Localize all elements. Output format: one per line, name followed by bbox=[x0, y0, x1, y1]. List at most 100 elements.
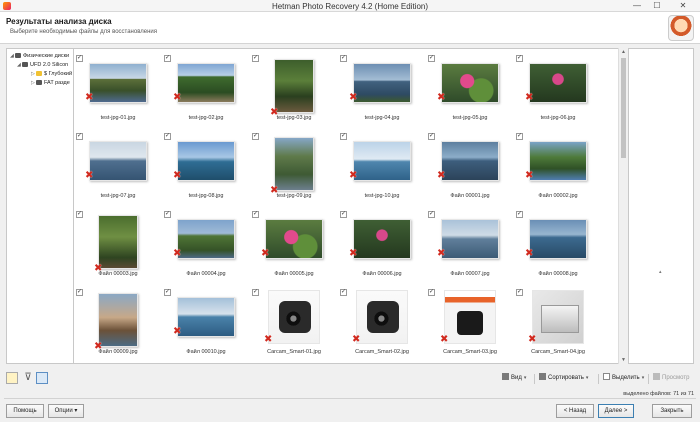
file-checkbox[interactable]: ✓ bbox=[428, 133, 435, 140]
maximize-button[interactable]: ☐ bbox=[648, 0, 666, 12]
tree-item-deep-scan[interactable]: ▷ $ Глубокий bbox=[31, 70, 72, 79]
file-preview-image[interactable] bbox=[89, 141, 147, 181]
file-checkbox[interactable]: ✓ bbox=[428, 289, 435, 296]
file-thumbnail-item[interactable]: ✓ ✖ Carcam_Smart-03.jpg bbox=[426, 287, 514, 363]
file-preview-image[interactable] bbox=[529, 63, 587, 103]
file-preview-image[interactable] bbox=[98, 293, 138, 347]
sort-button[interactable]: Сортировать ▾ bbox=[539, 373, 588, 384]
file-preview-image[interactable] bbox=[441, 141, 499, 181]
file-preview-image[interactable] bbox=[98, 215, 138, 269]
file-checkbox[interactable]: ✓ bbox=[516, 211, 523, 218]
file-thumbnail-item[interactable]: ✓ ✖ Файл 00003.jpg bbox=[74, 209, 162, 287]
file-preview-image[interactable] bbox=[177, 219, 235, 259]
view-button[interactable]: Вид ▾ bbox=[502, 373, 526, 384]
file-thumbnail-item[interactable]: ✓ ✖ Carcam_Smart-02.jpg bbox=[338, 287, 426, 363]
file-thumbnail-item[interactable]: ✓ ✖ test-jpg-03.jpg bbox=[250, 53, 338, 131]
close-window-button[interactable]: ✕ bbox=[668, 0, 698, 12]
file-thumbnail-item[interactable]: ✓ ✖ Файл 00004.jpg bbox=[162, 209, 250, 287]
file-preview-image[interactable] bbox=[532, 290, 584, 344]
help-button[interactable]: Помощь bbox=[6, 404, 44, 418]
tree-item-fat-partition[interactable]: ▷ FAT разде bbox=[31, 79, 70, 88]
tree-item-ufd[interactable]: ◢ UFD 2.0 Silicon bbox=[17, 61, 68, 70]
file-thumbnail-item[interactable]: ✓ ✖ test-jpg-06.jpg bbox=[514, 53, 602, 131]
search-icon[interactable] bbox=[36, 372, 48, 384]
file-thumbnail-item[interactable]: ✓ ✖ test-jpg-08.jpg bbox=[162, 131, 250, 209]
select-button[interactable]: Выделить ▾ bbox=[603, 373, 644, 384]
file-preview-image[interactable] bbox=[268, 290, 320, 344]
tree-item-physical-disks[interactable]: ◢ Физические диски bbox=[10, 52, 69, 61]
file-checkbox[interactable]: ✓ bbox=[252, 133, 259, 140]
file-checkbox[interactable]: ✓ bbox=[340, 211, 347, 218]
file-name-label: Файл 00002.jpg bbox=[538, 193, 578, 199]
new-folder-icon[interactable] bbox=[6, 372, 18, 384]
scroll-down-icon[interactable]: ▼ bbox=[619, 356, 628, 364]
grid-vertical-scrollbar[interactable]: ▲ ▼ bbox=[618, 48, 627, 364]
close-button[interactable]: Закрыть bbox=[652, 404, 692, 418]
file-thumbnail-item[interactable]: ✓ ✖ Carcam_Smart-04.jpg bbox=[514, 287, 602, 363]
file-thumbnail-item[interactable]: ✓ ✖ test-jpg-01.jpg bbox=[74, 53, 162, 131]
back-button[interactable]: < Назад bbox=[556, 404, 594, 418]
file-thumbnail-grid[interactable]: ✓ ✖ test-jpg-01.jpg ✓ ✖ test-jpg-02.jpg ✓ ✖ test… bbox=[74, 48, 618, 364]
page-title: Результаты анализа диска bbox=[6, 17, 112, 26]
file-preview-image[interactable] bbox=[353, 141, 411, 181]
file-preview-image[interactable] bbox=[441, 63, 499, 103]
file-thumbnail-item[interactable]: ✓ ✖ Файл 00006.jpg bbox=[338, 209, 426, 287]
file-thumbnail-item[interactable]: ✓ ✖ Файл 00009.jpg bbox=[74, 287, 162, 363]
file-checkbox[interactable]: ✓ bbox=[340, 289, 347, 296]
file-checkbox[interactable]: ✓ bbox=[252, 289, 259, 296]
next-button[interactable]: Далее > bbox=[598, 404, 634, 418]
file-thumbnail-item[interactable]: ✓ ✖ test-jpg-02.jpg bbox=[162, 53, 250, 131]
file-checkbox[interactable]: ✓ bbox=[164, 289, 171, 296]
file-checkbox[interactable]: ✓ bbox=[164, 133, 171, 140]
file-checkbox[interactable]: ✓ bbox=[428, 55, 435, 62]
file-thumbnail-item[interactable]: ✓ ✖ Файл 00010.jpg bbox=[162, 287, 250, 363]
scroll-up-icon[interactable]: ▲ bbox=[619, 48, 628, 56]
file-preview-image[interactable] bbox=[356, 290, 408, 344]
file-thumbnail-item[interactable]: ✓ ✖ test-jpg-09.jpg bbox=[250, 131, 338, 209]
file-checkbox[interactable]: ✓ bbox=[516, 133, 523, 140]
file-checkbox[interactable]: ✓ bbox=[516, 55, 523, 62]
file-preview-image[interactable] bbox=[89, 63, 147, 103]
minimize-button[interactable]: — bbox=[628, 0, 646, 12]
file-preview-image[interactable] bbox=[177, 141, 235, 181]
splitter-icon[interactable]: ▴ bbox=[659, 269, 662, 275]
file-preview-image[interactable] bbox=[353, 63, 411, 103]
file-preview-image[interactable] bbox=[177, 63, 235, 103]
file-checkbox[interactable]: ✓ bbox=[428, 211, 435, 218]
file-checkbox[interactable]: ✓ bbox=[164, 211, 171, 218]
file-thumbnail-item[interactable]: ✓ ✖ Файл 00005.jpg bbox=[250, 209, 338, 287]
file-checkbox[interactable]: ✓ bbox=[252, 55, 259, 62]
scrollbar-thumb[interactable] bbox=[621, 58, 626, 158]
file-thumbnail-item[interactable]: ✓ ✖ Carcam_Smart-01.jpg bbox=[250, 287, 338, 363]
file-thumbnail-item[interactable]: ✓ ✖ Файл 00001.jpg bbox=[426, 131, 514, 209]
file-thumbnail-item[interactable]: ✓ ✖ Файл 00002.jpg bbox=[514, 131, 602, 209]
file-preview-image[interactable] bbox=[265, 219, 323, 259]
file-thumbnail-item[interactable]: ✓ ✖ test-jpg-07.jpg bbox=[74, 131, 162, 209]
options-button[interactable]: Опции ▾ bbox=[48, 404, 84, 418]
file-checkbox[interactable]: ✓ bbox=[252, 211, 259, 218]
file-thumbnail-item[interactable]: ✓ ✖ test-jpg-05.jpg bbox=[426, 53, 514, 131]
file-thumbnail-item[interactable]: ✓ ✖ test-jpg-10.jpg bbox=[338, 131, 426, 209]
file-checkbox[interactable]: ✓ bbox=[340, 133, 347, 140]
file-preview-image[interactable] bbox=[444, 290, 496, 344]
file-thumbnail-item[interactable]: ✓ ✖ Файл 00007.jpg bbox=[426, 209, 514, 287]
file-checkbox[interactable]: ✓ bbox=[340, 55, 347, 62]
file-checkbox[interactable]: ✓ bbox=[164, 55, 171, 62]
file-checkbox[interactable]: ✓ bbox=[76, 55, 83, 62]
preview-button[interactable]: Просмотр bbox=[653, 373, 689, 384]
filter-icon[interactable]: ⊽ bbox=[22, 372, 34, 384]
file-preview-image[interactable] bbox=[353, 219, 411, 259]
file-checkbox[interactable]: ✓ bbox=[516, 289, 523, 296]
disk-tree[interactable]: ◢ Физические диски ◢ UFD 2.0 Silicon ▷ $ Гл… bbox=[6, 48, 74, 364]
file-thumbnail-item[interactable]: ✓ ✖ Файл 00008.jpg bbox=[514, 209, 602, 287]
file-preview-image[interactable] bbox=[441, 219, 499, 259]
file-preview-image[interactable] bbox=[529, 141, 587, 181]
file-preview-image[interactable] bbox=[274, 59, 314, 113]
file-checkbox[interactable]: ✓ bbox=[76, 289, 83, 296]
file-thumbnail-item[interactable]: ✓ ✖ test-jpg-04.jpg bbox=[338, 53, 426, 131]
file-checkbox[interactable]: ✓ bbox=[76, 133, 83, 140]
file-preview-image[interactable] bbox=[177, 297, 235, 337]
file-preview-image[interactable] bbox=[529, 219, 587, 259]
file-checkbox[interactable]: ✓ bbox=[76, 211, 83, 218]
file-preview-image[interactable] bbox=[274, 137, 314, 191]
